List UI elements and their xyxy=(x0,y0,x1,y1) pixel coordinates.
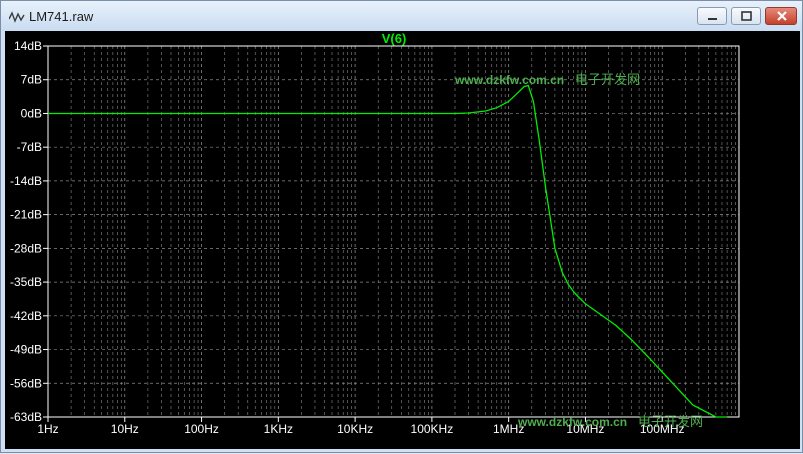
y-tick-label: -35dB xyxy=(10,275,42,289)
maximize-button[interactable] xyxy=(731,7,761,25)
y-tick-label: -42dB xyxy=(10,309,42,323)
waveform-icon xyxy=(8,10,25,23)
y-tick-label: 0dB xyxy=(21,106,42,120)
watermark-top: www.dzkfw.com.cn 电子开发网 xyxy=(454,72,640,87)
grid xyxy=(47,45,739,418)
x-tick-label: 100KHz xyxy=(411,422,454,436)
trace-label[interactable]: V(6) xyxy=(382,31,407,46)
y-tick-label: -14dB xyxy=(10,174,42,188)
y-tick-label: -56dB xyxy=(10,376,42,390)
y-tick-label: 7dB xyxy=(21,73,42,87)
x-tick-label: 10Hz xyxy=(111,422,139,436)
watermark-bottom: www.dzkfw.com.cn 电子开发网 xyxy=(517,414,703,429)
minimize-button[interactable] xyxy=(697,7,727,25)
plot-frame xyxy=(47,45,740,418)
watermark-url: www.dzkfw.com.cn xyxy=(454,73,564,87)
y-tick-label: 14dB xyxy=(14,39,42,53)
maximize-icon xyxy=(741,11,752,21)
waveform-plot-pane[interactable]: 14dB 7dB 0dB -7dB -14dB -21dB -28dB -35dB -42dB -… xyxy=(5,31,800,449)
x-tick-label: 1Hz xyxy=(37,422,58,436)
y-tick-label: -28dB xyxy=(10,241,42,255)
x-tick-label: 100Hz xyxy=(184,422,219,436)
window-title: LM741.raw xyxy=(29,9,94,24)
y-tick-label: -21dB xyxy=(10,208,42,222)
watermark-site-name: 电子开发网 xyxy=(575,72,640,87)
y-tick-label: -7dB xyxy=(17,140,42,154)
x-tick-label: 10KHz xyxy=(337,422,373,436)
watermark-site-name: 电子开发网 xyxy=(638,414,703,429)
trace-v6[interactable] xyxy=(48,84,728,418)
bode-plot: 14dB 7dB 0dB -7dB -14dB -21dB -28dB -35dB -42dB -… xyxy=(10,31,740,436)
x-tick-label: 1KHz xyxy=(264,422,293,436)
close-icon xyxy=(777,11,787,21)
close-button[interactable] xyxy=(765,7,797,25)
y-axis: 14dB 7dB 0dB -7dB -14dB -21dB -28dB -35dB -42dB -… xyxy=(10,39,48,424)
watermark-url: www.dzkfw.com.cn xyxy=(517,415,627,429)
app-window: LM741.raw 14dB 7dB 0dB -7dB -14dB -21dB -28dB -… xyxy=(0,0,803,453)
title-bar[interactable]: LM741.raw xyxy=(1,1,802,31)
y-tick-label: -49dB xyxy=(10,343,42,357)
minimize-icon xyxy=(708,18,717,20)
